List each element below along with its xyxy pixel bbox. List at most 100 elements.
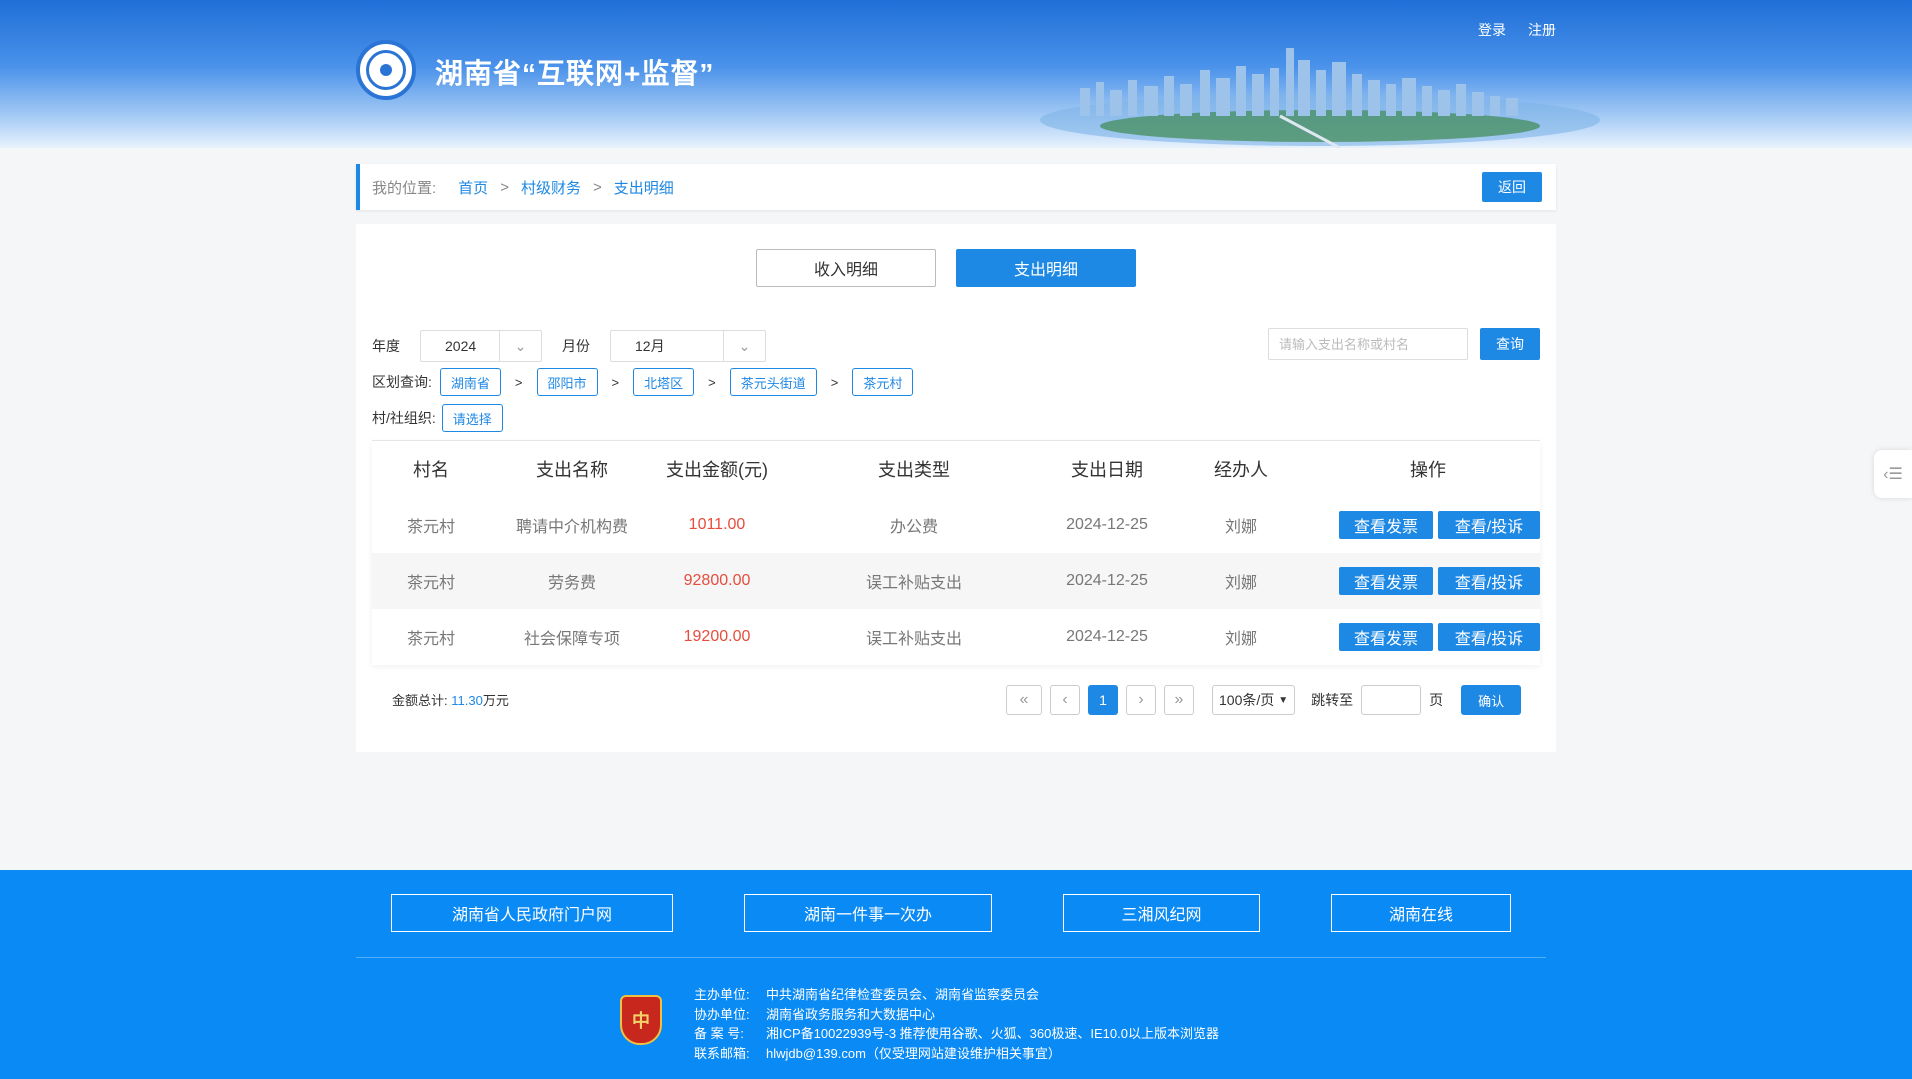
last-page-icon[interactable]: » — [1164, 685, 1194, 715]
breadcrumb-separator: > — [592, 178, 602, 196]
table-header: 村名 支出名称 支出金额(元) 支出类型 支出日期 经办人 操作 — [372, 441, 1540, 497]
footer-info-key: 备 案 号: — [694, 1026, 744, 1041]
back-button[interactable]: 返回 — [1482, 172, 1542, 202]
prev-page-icon[interactable]: ‹ — [1050, 685, 1080, 715]
footer-link-one-thing[interactable]: 湖南一件事一次办 — [744, 894, 992, 932]
side-menu-icon[interactable]: ‹☰ — [1874, 450, 1912, 498]
search-input[interactable] — [1268, 328, 1468, 360]
amount-total-unit: 万元 — [482, 693, 509, 708]
cell-village: 茶元村 — [406, 575, 455, 592]
month-label: 月份 — [562, 338, 590, 354]
page-number-current[interactable]: 1 — [1088, 685, 1118, 715]
region-separator: > — [514, 374, 523, 390]
cell-handler: 刘娜 — [1224, 631, 1257, 648]
party-emblem-icon[interactable]: 中 — [620, 995, 662, 1045]
column-header: 村名 — [413, 460, 449, 480]
region-chip-village[interactable]: 茶元村 — [852, 368, 914, 396]
tab-income-detail[interactable]: 收入明细 — [756, 249, 936, 287]
view-invoice-button[interactable]: 查看发票 — [1339, 567, 1433, 595]
cell-type: 误工补贴支出 — [865, 575, 962, 592]
footer-info-value: hlwjdb@139.com（仅受理网站建设维护相关事宜） — [766, 1045, 1061, 1061]
footer-info: 主办单位: 中共湖南省纪律检查委员会、湖南省监察委员会 协办单位: 湖南省政务服务和… — [694, 985, 1219, 1063]
view-complaint-button[interactable]: 查看/投诉 — [1438, 567, 1540, 595]
year-label: 年度 — [372, 338, 400, 354]
footer-info-value: 湖南省政务服务和大数据中心 — [766, 1006, 936, 1022]
next-page-icon[interactable]: › — [1126, 685, 1156, 715]
pagination: « ‹ 1 › » 100条/页 ▼ 跳转至 页 确认 — [1006, 685, 1522, 715]
page-unit-label: 页 — [1429, 692, 1444, 708]
footer-info-key: 主办单位: — [694, 987, 750, 1002]
footer-info-key: 联系邮箱: — [694, 1045, 750, 1061]
table-row: 茶元村 劳务费 92800.00 误工补贴支出 2024-12-25 刘娜 查看… — [372, 553, 1540, 609]
column-header: 经办人 — [1214, 460, 1268, 480]
view-complaint-button[interactable]: 查看/投诉 — [1438, 623, 1540, 651]
main-panel: 收入明细 支出明细 年度 2024 ⌄ 月份 12月 ⌄ 查询 区划查询: 湖南… — [356, 224, 1556, 752]
footer-link-sanxiang[interactable]: 三湘风纪网 — [1063, 894, 1260, 932]
year-select[interactable]: 2024 ⌄ — [420, 330, 542, 362]
breadcrumb-item-village-finance[interactable]: 村级财务 — [521, 177, 581, 198]
caret-down-icon: ▼ — [1278, 694, 1289, 706]
footer-info-value: 中共湖南省纪律检查委员会、湖南省监察委员会 — [766, 987, 1040, 1002]
first-page-icon[interactable]: « — [1006, 685, 1042, 715]
cell-handler: 刘娜 — [1224, 519, 1257, 536]
amount-total: 金额总计: 11.30万元 — [392, 690, 509, 709]
cell-date: 2024-12-25 — [1066, 572, 1148, 589]
tab-expense-detail[interactable]: 支出明细 — [956, 249, 1136, 287]
year-select-value: 2024 — [445, 338, 477, 354]
site-title: 湖南省“互联网+监督” — [435, 58, 715, 89]
cell-village: 茶元村 — [406, 519, 455, 536]
region-separator: > — [708, 374, 716, 390]
region-chip-district[interactable]: 北塔区 — [633, 368, 695, 396]
breadcrumb-item-expense-detail[interactable]: 支出明细 — [614, 177, 674, 198]
column-header: 支出日期 — [1071, 460, 1143, 480]
expense-table: 村名 支出名称 支出金额(元) 支出类型 支出日期 经办人 操作 茶元村 聘请中… — [372, 440, 1540, 665]
per-page-value: 100条/页 — [1219, 692, 1275, 708]
footer-link-gov-portal[interactable]: 湖南省人民政府门户网 — [391, 894, 673, 932]
chevron-down-icon: ⌄ — [499, 331, 541, 361]
cell-date: 2024-12-25 — [1066, 516, 1148, 533]
footer-divider — [356, 957, 1546, 958]
view-invoice-button[interactable]: 查看发票 — [1339, 623, 1433, 651]
cell-name: 劳务费 — [547, 575, 596, 592]
breadcrumb-label: 我的位置: — [372, 179, 437, 197]
cell-name: 聘请中介机构费 — [515, 519, 628, 536]
register-link[interactable]: 注册 — [1528, 20, 1556, 40]
footer-link-hunan-online[interactable]: 湖南在线 — [1331, 894, 1511, 932]
region-label: 区划查询: — [372, 374, 432, 390]
login-link[interactable]: 登录 — [1478, 20, 1506, 40]
view-invoice-button[interactable]: 查看发票 — [1339, 511, 1433, 539]
breadcrumb: 我的位置: 首页 > 村级财务 > 支出明细 返回 — [356, 164, 1556, 210]
query-button[interactable]: 查询 — [1480, 328, 1540, 360]
column-header: 支出金额(元) — [666, 460, 768, 480]
table-row: 茶元村 聘请中介机构费 1011.00 办公费 2024-12-25 刘娜 查看… — [372, 497, 1540, 553]
jump-page-input[interactable] — [1361, 685, 1422, 715]
amount-total-label: 金额总计: — [392, 693, 448, 708]
city-skyline-image — [1040, 48, 1600, 148]
amount-total-value: 11.30 — [451, 693, 483, 708]
column-header: 支出类型 — [878, 460, 950, 480]
cell-amount: 92800.00 — [683, 572, 751, 589]
region-chip-street[interactable]: 茶元头街道 — [729, 368, 817, 396]
month-select[interactable]: 12月 ⌄ — [610, 330, 766, 362]
jump-label: 跳转至 — [1311, 692, 1354, 708]
per-page-select[interactable]: 100条/页 ▼ — [1212, 685, 1296, 715]
cell-date: 2024-12-25 — [1066, 628, 1148, 645]
org-select-chip[interactable]: 请选择 — [441, 404, 503, 432]
site-logo-icon[interactable] — [356, 40, 416, 100]
cell-amount: 1011.00 — [688, 516, 746, 533]
column-header: 操作 — [1410, 460, 1446, 480]
confirm-jump-button[interactable]: 确认 — [1461, 685, 1522, 715]
cell-type: 误工补贴支出 — [865, 631, 962, 648]
cell-type: 办公费 — [889, 519, 938, 536]
region-chip-province[interactable]: 湖南省 — [439, 368, 501, 396]
view-complaint-button[interactable]: 查看/投诉 — [1438, 511, 1540, 539]
cell-handler: 刘娜 — [1224, 575, 1257, 592]
month-select-value: 12月 — [635, 338, 665, 354]
region-chip-city[interactable]: 邵阳市 — [536, 368, 598, 396]
region-separator: > — [830, 374, 839, 390]
cell-village: 茶元村 — [406, 631, 455, 648]
site-header: 湖南省“互联网+监督” 登录 注册 — [0, 0, 1912, 148]
breadcrumb-item-home[interactable]: 首页 — [458, 177, 488, 198]
footer-info-key: 协办单位: — [694, 1006, 750, 1022]
cell-name: 社会保障专项 — [523, 631, 620, 648]
